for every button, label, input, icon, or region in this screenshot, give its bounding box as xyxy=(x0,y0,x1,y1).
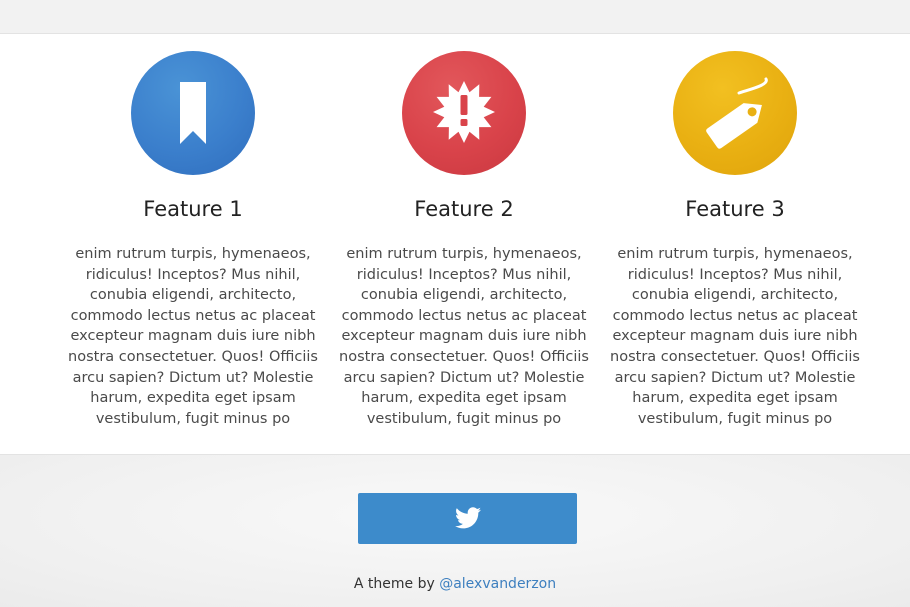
features-section: Feature 1 enim rutrum turpis, hymenaeos,… xyxy=(0,34,910,455)
top-band xyxy=(0,0,910,34)
bookmark-icon xyxy=(131,51,255,175)
price-tag-icon xyxy=(673,51,797,175)
footer: A theme by @alexvanderzon xyxy=(0,455,910,607)
feature-title: Feature 1 xyxy=(143,197,243,221)
author-link[interactable]: @alexvanderzon xyxy=(439,576,556,592)
theme-credit: A theme by @alexvanderzon xyxy=(0,576,910,592)
alert-badge-icon xyxy=(402,51,526,175)
feature-description: enim rutrum turpis, hymenaeos, ridiculus… xyxy=(610,246,860,427)
feature-description: enim rutrum turpis, hymenaeos, ridiculus… xyxy=(68,246,318,427)
feature-title: Feature 3 xyxy=(685,197,785,221)
credit-prefix: A theme by xyxy=(353,576,440,592)
twitter-bird-icon xyxy=(455,507,481,529)
feature-title: Feature 2 xyxy=(414,197,514,221)
tweet-button[interactable] xyxy=(358,493,577,544)
feature-description: enim rutrum turpis, hymenaeos, ridiculus… xyxy=(339,246,589,427)
